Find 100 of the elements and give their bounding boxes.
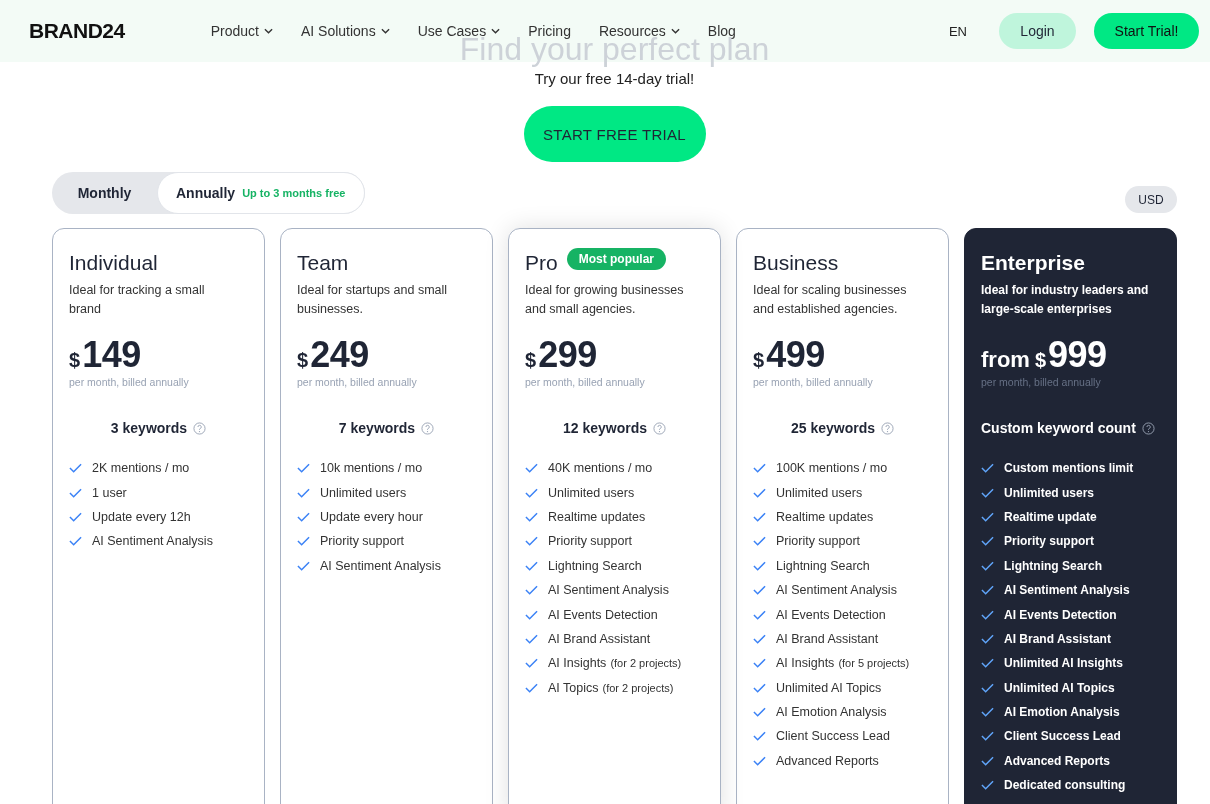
plan-description: Ideal for industry leaders and large-scale enterprises (981, 282, 1150, 318)
nav-link[interactable]: Blog (707, 23, 736, 39)
logo[interactable]: BRAND24 (29, 19, 125, 43)
feature-text: AI Emotion Analysis (1004, 705, 1120, 720)
help-icon[interactable] (1141, 421, 1155, 435)
feature-text: 100K mentions / mo (776, 461, 888, 476)
plan-description: Ideal for tracking a small brand (69, 282, 206, 318)
login-button[interactable]: Login (999, 13, 1076, 49)
keyword-count: 3 keywords (110, 420, 188, 436)
feature-text: Unlimited AI Insights (1004, 656, 1123, 671)
feature-text: AI Insights (for 2 projects) (548, 656, 682, 671)
nav-link[interactable]: Use Cases (417, 23, 501, 39)
check-icon (525, 463, 538, 474)
feature-text: 10k mentions / mo (320, 461, 423, 476)
check-icon (981, 560, 994, 571)
check-icon (753, 682, 766, 693)
currency-selector[interactable]: USD (1125, 186, 1177, 213)
feature-text: Unlimited users (776, 485, 863, 500)
feature-text: AI Events Detection (548, 607, 658, 622)
check-icon (753, 536, 766, 547)
help-icon[interactable] (193, 421, 207, 435)
feature-text: Unlimited users (548, 485, 635, 500)
check-icon (525, 609, 538, 620)
feature-text: Priority support (320, 534, 405, 549)
check-icon (297, 511, 310, 522)
check-icon (981, 707, 994, 718)
help-icon[interactable] (421, 421, 435, 435)
currency-symbol: $ (69, 349, 81, 372)
feature-text: Realtime update (1004, 509, 1097, 524)
plan-name: Business (753, 251, 839, 275)
help-icon[interactable] (653, 421, 667, 435)
feature-text: Priority support (776, 534, 861, 549)
feature-text: AI Sentiment Analysis (1004, 583, 1130, 598)
feature-text: AI Sentiment Analysis (776, 583, 897, 598)
plan-description: Ideal for growing businesses and small agencies. (525, 282, 685, 318)
feature-text: Update every hour (320, 509, 423, 524)
keyword-count: 25 keywords (790, 420, 876, 436)
check-icon (981, 487, 994, 498)
billing-option[interactable]: Annually Up to 3 months free (157, 172, 365, 214)
popular-badge: Most popular (566, 248, 666, 270)
check-icon (981, 585, 994, 596)
feature-text: Lightning Search (548, 558, 642, 573)
help-icon[interactable] (881, 421, 895, 435)
plan-name: Individual (69, 251, 158, 275)
plan-description: Ideal for scaling businesses and established agencies. (753, 282, 908, 318)
feature-text: AI Emotion Analysis (776, 705, 887, 720)
feature-text: AI Insights (for 5 projects) (776, 656, 910, 671)
check-icon (981, 511, 994, 522)
check-icon (69, 463, 82, 474)
price: 999 (1048, 334, 1107, 376)
check-icon (981, 536, 994, 547)
nav-link[interactable]: Resources (598, 23, 680, 39)
billing-note: per month, billed annually (297, 376, 418, 388)
subtitle: Try our free 14-day trial! (534, 70, 695, 87)
feature-text: AI Sentiment Analysis (548, 583, 669, 598)
check-icon (981, 780, 994, 791)
check-icon (297, 536, 310, 547)
check-icon (525, 511, 538, 522)
check-icon (69, 487, 82, 498)
nav-link[interactable]: Product (210, 23, 273, 39)
feature-text: Priority support (548, 534, 633, 549)
feature-text: AI Brand Assistant (548, 631, 651, 646)
language-selector[interactable]: EN (948, 23, 967, 39)
feature-text: Priority support (1004, 534, 1094, 549)
feature-text: Lightning Search (776, 558, 870, 573)
check-icon (69, 536, 82, 547)
check-icon (981, 609, 994, 620)
check-icon (69, 511, 82, 522)
currency-symbol: $ (297, 349, 309, 372)
check-icon (753, 707, 766, 718)
price: 249 (310, 334, 369, 376)
check-icon (753, 487, 766, 498)
feature-text: Unlimited users (320, 485, 407, 500)
feature-text: Client Success Lead (776, 729, 890, 744)
feature-text: Realtime updates (776, 509, 874, 524)
check-icon (981, 633, 994, 644)
plan-name: Team (297, 251, 349, 275)
feature-text: AI Sentiment Analysis (92, 534, 213, 549)
check-icon (753, 560, 766, 571)
billing-option[interactable]: Monthly (52, 172, 157, 214)
check-icon (981, 463, 994, 474)
check-icon (297, 560, 310, 571)
start-trial-button[interactable]: Start Trial! (1094, 13, 1199, 49)
nav-link[interactable]: AI Solutions (300, 23, 390, 39)
check-icon (981, 731, 994, 742)
feature-text: Advanced Reports (1004, 753, 1111, 768)
check-icon (753, 658, 766, 669)
check-icon (753, 633, 766, 644)
check-icon (753, 511, 766, 522)
feature-text: AI Brand Assistant (1004, 631, 1111, 646)
check-icon (981, 658, 994, 669)
check-icon (753, 731, 766, 742)
feature-text: Lightning Search (1004, 558, 1102, 573)
plan-name: Pro (525, 251, 558, 275)
check-icon (525, 585, 538, 596)
plan-description: Ideal for startups and small businesses. (297, 282, 449, 318)
price-prefix: from (981, 347, 1030, 373)
check-icon (525, 487, 538, 498)
start-free-trial-button[interactable]: START FREE TRIAL (523, 106, 706, 162)
feature-text: AI Topics (for 2 projects) (548, 680, 674, 695)
